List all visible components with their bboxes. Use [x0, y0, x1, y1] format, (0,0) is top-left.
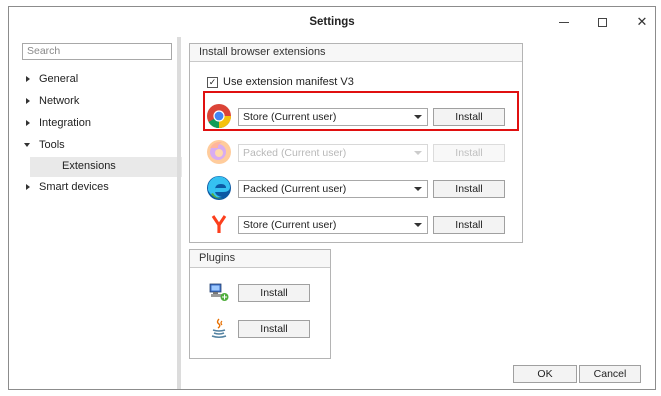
install-mode-dropdown[interactable]: Packed (Current user) — [238, 180, 428, 198]
cancel-button[interactable]: Cancel — [579, 365, 641, 383]
close-icon: ✕ — [636, 14, 648, 29]
expand-arrow-icon[interactable] — [26, 76, 30, 82]
nav-item-label: Tools — [39, 139, 65, 151]
settings-window: Settings ✕ Search General Network Integr… — [8, 6, 656, 390]
nav-item-label: General — [39, 73, 79, 85]
panel-splitter[interactable] — [177, 37, 181, 389]
maximize-icon — [597, 17, 607, 27]
nav-item-smart-devices[interactable]: Smart devices — [22, 177, 182, 199]
browser-row-yandex: Store (Current user) Install — [204, 210, 516, 240]
nav-item-label: Integration — [39, 117, 91, 129]
install-button[interactable]: Install — [238, 284, 310, 302]
plugin-row-java: Install — [208, 314, 318, 342]
group-title: Install browser extensions — [190, 44, 522, 62]
expand-arrow-icon[interactable] — [26, 184, 30, 190]
group-title: Plugins — [190, 250, 330, 268]
chevron-down-icon — [414, 151, 422, 155]
close-button[interactable]: ✕ — [619, 7, 661, 37]
install-mode-dropdown[interactable]: Store (Current user) — [238, 216, 428, 234]
collapse-arrow-icon[interactable] — [24, 143, 30, 147]
nav-item-label: Smart devices — [39, 181, 109, 193]
nav-item-network[interactable]: Network — [22, 91, 182, 113]
edge-icon — [207, 176, 231, 200]
manifest-v3-checkbox[interactable]: ✓ Use extension manifest V3 — [207, 76, 354, 88]
dropdown-value: Packed (Current user) — [243, 147, 347, 159]
nav-item-integration[interactable]: Integration — [22, 113, 182, 135]
highlight-box — [203, 91, 519, 131]
dropdown-value: Packed (Current user) — [243, 183, 347, 195]
expand-arrow-icon[interactable] — [26, 98, 30, 104]
yandex-icon — [207, 212, 231, 236]
search-input[interactable]: Search — [22, 43, 172, 60]
chevron-down-icon — [414, 223, 422, 227]
title-bar: Settings ✕ — [9, 7, 655, 39]
firefox-icon — [207, 140, 231, 164]
nav-item-extensions[interactable]: Extensions — [30, 157, 182, 177]
nav-item-label: Network — [39, 95, 80, 107]
install-button[interactable]: Install — [433, 216, 505, 234]
nav-item-general[interactable]: General — [22, 69, 182, 91]
nav-item-tools[interactable]: Tools — [22, 135, 182, 157]
expand-arrow-icon[interactable] — [26, 120, 30, 126]
browser-row-edge: Packed (Current user) Install — [204, 174, 516, 204]
browser-row-firefox: Packed (Current user) Install — [204, 138, 516, 168]
network-plugin-icon — [209, 283, 229, 301]
install-button[interactable]: Install — [238, 320, 310, 338]
install-mode-dropdown[interactable]: Packed (Current user) — [238, 144, 428, 162]
plugin-row-network: Install — [208, 278, 318, 306]
checkbox-label: Use extension manifest V3 — [223, 76, 354, 88]
install-button[interactable]: Install — [433, 144, 505, 162]
settings-nav-tree: General Network Integration Tools Extens… — [22, 69, 182, 199]
plugins-group: Plugins Install Install — [189, 249, 331, 359]
java-icon — [211, 318, 227, 338]
checkmark-icon: ✓ — [208, 76, 217, 87]
minimize-icon — [559, 21, 569, 23]
chevron-down-icon — [414, 187, 422, 191]
dropdown-value: Store (Current user) — [243, 219, 337, 231]
install-button[interactable]: Install — [433, 180, 505, 198]
checkbox-box[interactable]: ✓ — [207, 76, 218, 88]
ok-button[interactable]: OK — [513, 365, 577, 383]
browser-extensions-group: Install browser extensions ✓ Use extensi… — [189, 43, 523, 243]
